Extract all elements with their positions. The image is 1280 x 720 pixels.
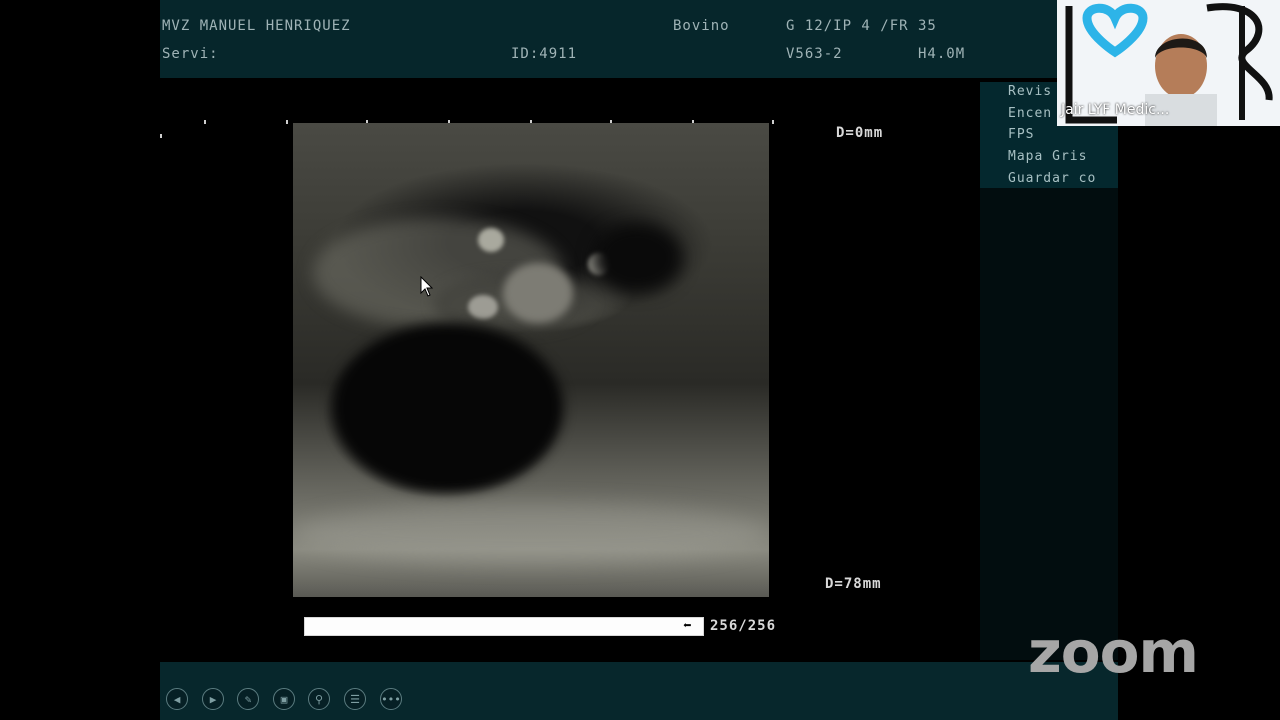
speaker-name: Jair LYF Medic... [1061,102,1170,118]
menu-item-encen[interactable]: Encen [1008,106,1052,121]
menu-item-revis[interactable]: Revis [1008,84,1052,99]
menu-item-fps[interactable]: FPS [1008,127,1034,142]
more-icon[interactable]: ••• [380,688,402,710]
menu-item-mapa-gris[interactable]: Mapa Gris [1008,149,1087,164]
operator-name: MVZ MANUEL HENRIQUEZ [162,18,351,34]
depth-bottom-label: D=78mm [825,576,882,592]
menu-item-guardar[interactable]: Guardar co [1008,171,1096,186]
service-label: Servi: [162,46,219,62]
ultrasound-image[interactable] [293,123,769,597]
scan-parameters: G 12/IP 4 /FR 35 [786,18,937,34]
cine-progress-fill [305,618,703,635]
prev-icon[interactable]: ◀ [166,688,188,710]
participant-video[interactable]: Jair LYF Medic... [1057,0,1280,126]
menu-icon[interactable]: ☰ [344,688,366,710]
cine-progress-bar[interactable]: ⬅ [304,617,704,636]
patient-header: MVZ MANUEL HENRIQUEZ Bovino G 12/IP 4 /F… [160,0,1058,78]
frame-counter: 256/256 [710,618,777,634]
zoom-logo: zoom [1028,618,1199,686]
patient-id: ID:4911 [511,46,578,62]
rewind-arrow-icon[interactable]: ⬅ [683,618,701,635]
depth-top-label: D=0mm [836,125,884,141]
species-label: Bovino [673,18,730,34]
copy-icon[interactable]: ▣ [273,688,295,710]
mouse-cursor-icon [420,276,434,297]
side-panel-background [980,188,1118,660]
probe-model: V563-2 [786,46,843,62]
probe-frequency: H4.0M [918,46,966,62]
pen-icon[interactable]: ✎ [237,688,259,710]
zoom-icon[interactable]: ⚲ [308,688,330,710]
bottom-toolbar [160,662,1118,720]
next-icon[interactable]: ▶ [202,688,224,710]
